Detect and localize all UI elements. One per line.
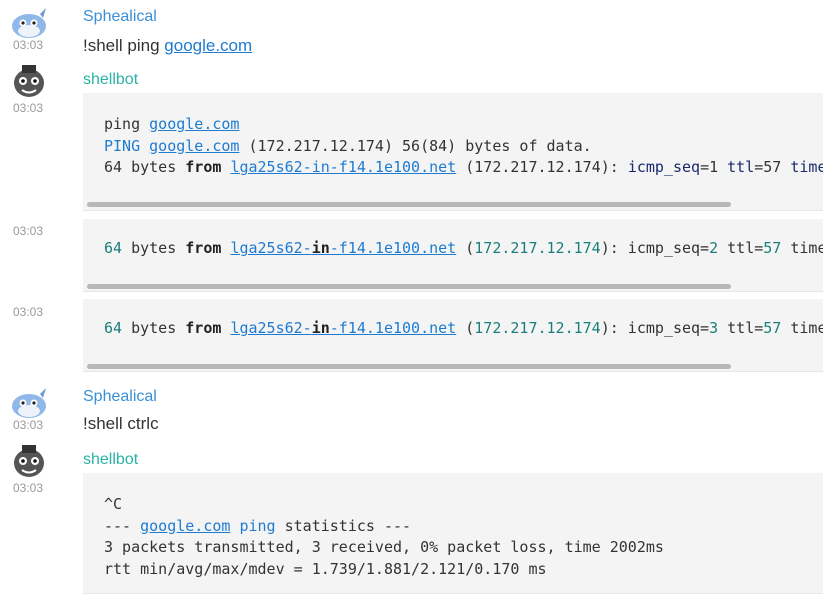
code-block: ping google.com PING google.com (172.217…: [83, 93, 823, 211]
message-2: 03:03 shellbot ping google.com PING goog…: [0, 62, 833, 218]
horizontal-scrollbar[interactable]: [87, 202, 819, 207]
horizontal-scrollbar[interactable]: [87, 364, 819, 369]
code-link[interactable]: lga25s62-in-f14.1e100.net: [230, 239, 456, 257]
message-text: !shell ping google.com: [83, 36, 252, 56]
username[interactable]: shellbot: [83, 451, 138, 469]
scrollbar-thumb[interactable]: [87, 284, 731, 289]
code-content: 64 bytes from lga25s62-in-f14.1e100.net …: [104, 239, 823, 257]
timestamp: 03:03: [13, 101, 44, 115]
sphealical-avatar[interactable]: [10, 384, 48, 420]
message-link[interactable]: google.com: [164, 36, 252, 55]
timestamp: 03:03: [13, 305, 44, 319]
message-5: 03:03 Sphealical !shell ctrlc: [0, 380, 833, 440]
shellbot-avatar[interactable]: [10, 63, 48, 99]
sphealical-avatar[interactable]: [10, 4, 48, 40]
code-link[interactable]: google.com: [149, 115, 239, 133]
message-4: 03:03 64 bytes from lga25s62-in-f14.1e10…: [0, 298, 833, 376]
message-text-prefix: !shell ping: [83, 36, 165, 55]
code-content: ping google.com PING google.com (172.217…: [104, 115, 823, 176]
code-block: ^C --- google.com ping statistics --- 3 …: [83, 473, 823, 594]
code-link[interactable]: google.com: [149, 137, 239, 155]
username[interactable]: Sphealical: [83, 8, 157, 26]
message-text: !shell ctrlc: [83, 414, 159, 433]
code-content: ^C --- google.com ping statistics --- 3 …: [104, 495, 664, 578]
scrollbar-thumb[interactable]: [87, 364, 731, 369]
username[interactable]: shellbot: [83, 71, 138, 89]
code-block: 64 bytes from lga25s62-in-f14.1e100.net …: [83, 219, 823, 292]
timestamp: 03:03: [13, 38, 44, 52]
message-6: 03:03 shellbot ^C --- google.com ping st…: [0, 442, 833, 594]
code-link[interactable]: lga25s62-in-f14.1e100.net: [230, 319, 456, 337]
code-content: 64 bytes from lga25s62-in-f14.1e100.net …: [104, 319, 823, 337]
horizontal-scrollbar[interactable]: [87, 284, 819, 289]
timestamp: 03:03: [13, 481, 44, 495]
code-block: 64 bytes from lga25s62-in-f14.1e100.net …: [83, 299, 823, 372]
scrollbar-thumb[interactable]: [87, 202, 731, 207]
shellbot-avatar[interactable]: [10, 443, 48, 479]
timestamp: 03:03: [13, 418, 44, 432]
timestamp: 03:03: [13, 224, 44, 238]
message-1: 03:03 Sphealical !shell ping google.com: [0, 0, 833, 60]
message-3: 03:03 64 bytes from lga25s62-in-f14.1e10…: [0, 218, 833, 296]
code-link[interactable]: lga25s62-in-f14.1e100.net: [230, 158, 456, 176]
code-link[interactable]: google.com: [140, 517, 230, 535]
username[interactable]: Sphealical: [83, 388, 157, 406]
